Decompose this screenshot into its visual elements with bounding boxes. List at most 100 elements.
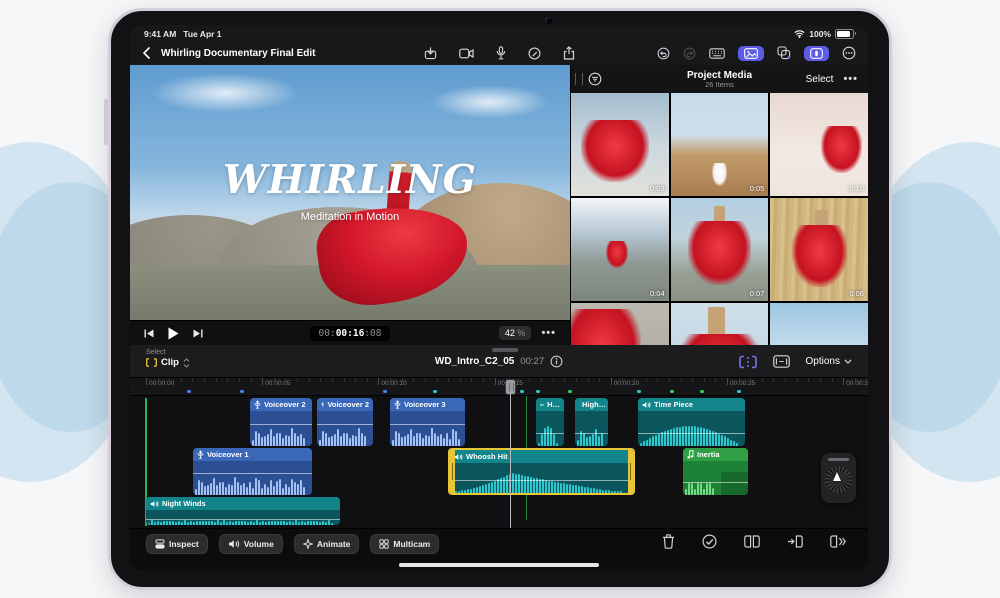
draw-icon[interactable] <box>528 47 541 60</box>
clip-volume-line[interactable] <box>683 482 748 483</box>
clip-volume-line[interactable] <box>317 424 373 425</box>
media-browser-icon[interactable] <box>738 45 764 61</box>
clip-volume-line[interactable] <box>146 519 340 520</box>
split-clip-icon[interactable] <box>744 535 760 548</box>
app-toolbar: Whirling Documentary Final Edit <box>130 41 868 65</box>
media-item[interactable] <box>571 303 669 345</box>
timeline-clip-high[interactable]: High… <box>575 398 608 446</box>
redo-icon[interactable] <box>683 47 696 60</box>
back-button[interactable] <box>142 47 151 59</box>
clip-waveform-block <box>721 472 748 495</box>
play-button[interactable] <box>168 327 179 340</box>
keyframe-dot[interactable] <box>737 389 741 393</box>
timeline-clip-h[interactable]: H… <box>536 398 564 446</box>
clip-volume-line[interactable] <box>450 480 633 481</box>
media-item[interactable] <box>670 303 769 345</box>
skip-back-button[interactable] <box>144 329 154 338</box>
filter-icon[interactable] <box>588 72 602 86</box>
keyframe-dot[interactable] <box>433 389 437 393</box>
clip-label: Voiceover 2 <box>264 400 306 409</box>
checkmark-icon[interactable] <box>702 534 717 549</box>
append-clip-icon[interactable] <box>830 535 846 548</box>
media-item[interactable]: 0:07 <box>670 198 769 301</box>
volume-button <box>104 99 108 145</box>
timeline-panel: Select Clip WD_Intro_C2_05 00:27 Options… <box>130 345 868 571</box>
clip-waveform <box>390 423 465 446</box>
media-item[interactable] <box>770 303 868 345</box>
select-button[interactable]: Select <box>806 74 834 85</box>
media-more-icon[interactable]: ••• <box>843 73 858 85</box>
keyframe-dot[interactable] <box>383 389 387 393</box>
info-icon[interactable] <box>550 355 563 368</box>
multicam-button[interactable]: Multicam <box>370 534 440 554</box>
timeline-clip-whoosh-hit[interactable]: Whoosh Hit <box>448 448 635 495</box>
clip-volume-line[interactable] <box>390 424 465 425</box>
clip-volume-line[interactable] <box>250 424 312 425</box>
tool-label: Clip <box>161 357 179 368</box>
media-item[interactable]: 0:05 <box>670 93 769 196</box>
timecode-display[interactable]: 00:00:16:08 <box>309 325 391 341</box>
timeline-clip-voiceover-2[interactable]: Voiceover 2 <box>317 398 373 446</box>
home-indicator[interactable] <box>399 563 599 567</box>
trash-icon[interactable] <box>662 534 675 549</box>
timeline-toolbar: Select Clip WD_Intro_C2_05 00:27 Options <box>130 345 868 378</box>
camera-icon[interactable] <box>458 48 474 59</box>
options-button[interactable]: Options <box>806 356 852 367</box>
keyframe-dot[interactable] <box>568 389 572 393</box>
panel-drag-handle[interactable] <box>575 73 583 85</box>
keyframe-dot[interactable] <box>637 389 641 393</box>
keyframe-dot[interactable] <box>240 389 244 393</box>
timeline-clip-night-winds[interactable]: Night Winds <box>146 497 340 525</box>
clip-volume-line[interactable] <box>536 433 564 434</box>
insert-clip-icon[interactable] <box>787 535 803 548</box>
viewer-zoom-level[interactable]: 42 % <box>498 326 532 340</box>
timeline-ruler[interactable]: 00:00:0000:00:0500:00:1000:00:1500:00:20… <box>130 378 868 396</box>
timeline-overview-icon[interactable] <box>772 355 790 368</box>
viewer-more-icon[interactable]: ••• <box>541 327 556 339</box>
timeline-resize-handle[interactable] <box>492 348 518 352</box>
keyboard-icon[interactable] <box>709 47 725 59</box>
timeline-clip-voiceover-1[interactable]: Voiceover 1 <box>193 448 312 495</box>
tool-selector[interactable]: Select Clip <box>146 349 190 368</box>
timeline-clip-time-piece[interactable]: Time Piece <box>638 398 745 446</box>
trim-handle-left[interactable] <box>450 450 455 493</box>
keyframe-dot[interactable] <box>700 389 704 393</box>
keyframe-dot[interactable] <box>520 389 524 393</box>
skip-forward-button[interactable] <box>193 329 203 338</box>
inspector-icon[interactable] <box>804 45 829 61</box>
media-item[interactable]: 0:10 <box>770 93 868 196</box>
media-item[interactable]: 0:06 <box>770 198 868 301</box>
clip-volume-line[interactable] <box>193 473 312 474</box>
keyframe-dot[interactable] <box>670 389 674 393</box>
inspect-button[interactable]: Inspect <box>146 534 208 554</box>
scene-cloud <box>150 73 300 113</box>
media-item[interactable]: 0:04 <box>571 198 669 301</box>
import-icon[interactable] <box>424 46 437 60</box>
trim-handle-right[interactable] <box>628 450 633 493</box>
media-item[interactable]: 0:03 <box>571 93 669 196</box>
mic-icon[interactable] <box>496 46 506 60</box>
clip-volume-line[interactable] <box>575 433 608 434</box>
snapping-icon[interactable] <box>738 355 757 369</box>
timeline-clip-voiceover-2[interactable]: Voiceover 2 <box>250 398 312 446</box>
playhead[interactable] <box>505 378 516 528</box>
timeline-lanes[interactable]: Voiceover 2 Voiceover 2 Voiceover 3 H… High…… <box>130 396 868 528</box>
more-icon[interactable] <box>842 46 856 60</box>
selected-clip-name: WD_Intro_C2_05 <box>434 356 515 367</box>
share-icon[interactable] <box>563 46 575 60</box>
volume-button-tool[interactable]: Volume <box>218 534 283 554</box>
content-browser-icon[interactable] <box>777 46 791 60</box>
dancer-figure <box>791 224 847 287</box>
viewer-overlay-title: WHIRLING <box>223 157 477 203</box>
jog-wheel-grip[interactable] <box>828 458 849 461</box>
timeline-clip-inertia[interactable]: Inertia <box>683 448 748 495</box>
jog-wheel[interactable] <box>821 453 856 503</box>
keyframe-dot[interactable] <box>187 389 191 393</box>
timeline-clip-voiceover-3[interactable]: Voiceover 3 <box>390 398 465 446</box>
undo-icon[interactable] <box>657 47 670 60</box>
timeline-body: 00:00:0000:00:0500:00:1000:00:1500:00:20… <box>130 378 868 528</box>
viewer-video[interactable]: WHIRLING Meditation in Motion <box>130 65 570 320</box>
animate-button[interactable]: Animate <box>293 534 360 554</box>
clip-volume-line[interactable] <box>638 433 745 434</box>
keyframe-dot[interactable] <box>536 389 540 393</box>
